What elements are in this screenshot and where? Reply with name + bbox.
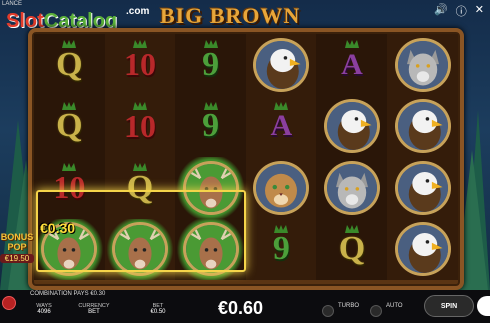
symbol-glyph: Q [338, 230, 366, 268]
symbol-q: Q [34, 96, 105, 158]
symbol-wolf [387, 34, 458, 96]
info-icon[interactable]: ⓘ [456, 3, 467, 19]
combination-pays-text: COMBINATION PAYS €0.30 [30, 291, 106, 297]
symbol-glyph: Q [56, 107, 83, 145]
crown-icon [132, 40, 147, 48]
turbo-label: TURBO [338, 303, 359, 309]
eagle-icon [323, 99, 380, 154]
symbol-glyph: Q [56, 45, 83, 83]
symbol-glyph: 10 [123, 107, 156, 144]
crown-icon [62, 163, 77, 171]
crown-icon [344, 224, 359, 233]
crown-icon [132, 163, 147, 171]
bonus-label-line1: BONUS [0, 232, 34, 242]
symbol-glyph: 9 [272, 230, 290, 268]
crown-icon [274, 101, 289, 110]
close-icon[interactable]: ✕ [475, 3, 484, 19]
total-win: €0.60 [218, 298, 264, 318]
symbol-a: A [317, 34, 388, 96]
wolf-icon [323, 160, 380, 215]
currency-stat[interactable]: CURRENCY BET [72, 303, 116, 315]
symbol-q: Q [34, 34, 105, 96]
symbol-9: 9 [175, 34, 246, 96]
watermark-com: .com [126, 6, 150, 17]
currency-value: BET [88, 309, 100, 315]
symbol-eagle [387, 96, 458, 158]
crown-icon [62, 101, 77, 110]
bonus-value: €19.50 [0, 254, 34, 263]
symbol-wolf [317, 157, 388, 219]
bonus-pop-badge: BONUS POP €19.50 [0, 232, 34, 263]
symbol-eagle [317, 96, 388, 158]
quick-stop-button[interactable] [477, 296, 490, 316]
top-controls: 🔊 ⓘ ✕ [434, 3, 484, 19]
auto-label: AUTO [386, 303, 403, 309]
crown-icon [203, 40, 218, 48]
symbol-glyph: A [270, 109, 293, 143]
symbol-glyph: 9 [202, 107, 220, 145]
eagle-icon [394, 160, 451, 215]
ways-stat: WAYS 4096 [22, 303, 66, 315]
wolf-icon [394, 37, 451, 92]
menu-button[interactable] [2, 296, 16, 310]
bonus-label-line2: POP [7, 242, 27, 252]
turbo-toggle[interactable] [322, 305, 334, 317]
symbol-eagle [246, 34, 317, 96]
operator-label: LANCE [2, 1, 23, 7]
volume-icon[interactable]: 🔊 [434, 3, 448, 19]
ways-value: 4096 [37, 309, 51, 315]
crown-icon [344, 40, 359, 48]
symbol-9: 9 [246, 219, 317, 281]
eagle-icon [394, 99, 451, 154]
symbol-9: 9 [175, 96, 246, 158]
line-win-amount: €0.30 [40, 220, 76, 236]
eagle-icon [253, 37, 310, 92]
symbol-cougar [246, 157, 317, 219]
eagle-icon [394, 222, 451, 277]
symbol-a: A [246, 96, 317, 158]
symbol-q: Q [317, 219, 388, 281]
crown-icon [274, 224, 289, 233]
game-stage: LANCE SlotCatalog .com BIG BROWN 🔊 ⓘ ✕ Q… [0, 0, 490, 323]
symbol-10: 10 [105, 34, 176, 96]
bet-stat[interactable]: BET €0.50 [136, 303, 180, 315]
symbol-eagle [387, 219, 458, 281]
game-logo: BIG BROWN [160, 3, 301, 28]
symbol-10: 10 [105, 96, 176, 158]
spin-button[interactable]: SPIN [424, 295, 474, 317]
auto-toggle[interactable] [370, 305, 382, 317]
symbol-glyph: A [341, 47, 363, 81]
crown-icon [203, 101, 218, 110]
crown-icon [132, 101, 147, 110]
symbol-glyph: 9 [202, 45, 220, 83]
symbol-eagle [387, 157, 458, 219]
bet-value: €0.50 [150, 309, 166, 315]
symbol-glyph: 10 [123, 46, 156, 83]
cougar-icon [253, 160, 310, 215]
crown-icon [62, 40, 77, 48]
